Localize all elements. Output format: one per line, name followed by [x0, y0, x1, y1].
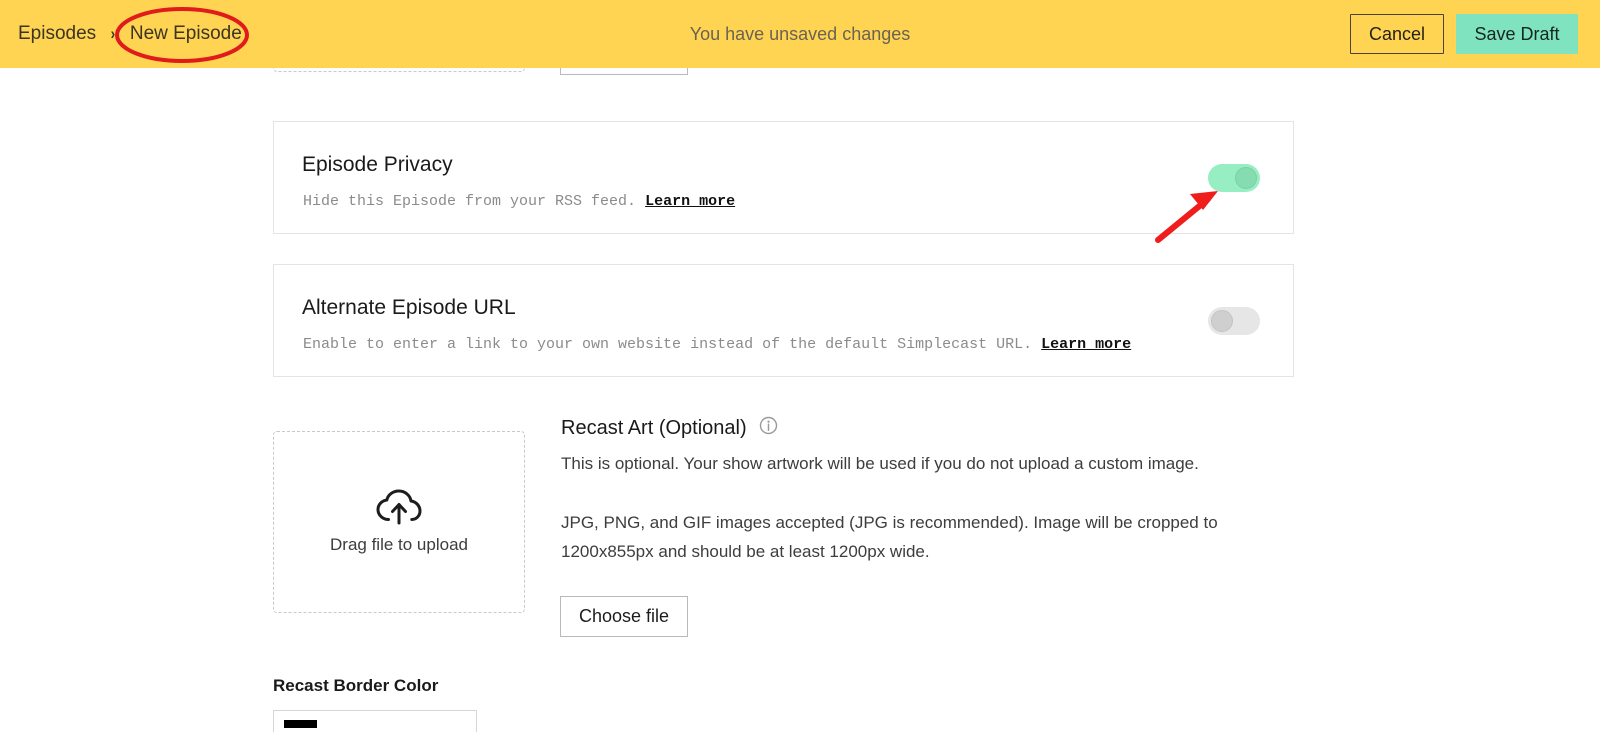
episode-privacy-description: Hide this Episode from your RSS feed. Le… [303, 193, 735, 210]
recast-art-dropzone[interactable]: Drag file to upload [273, 431, 525, 613]
alternate-episode-url-description-text: Enable to enter a link to your own websi… [303, 336, 1033, 353]
recast-art-choose-file-button[interactable]: Choose file [560, 596, 688, 637]
breadcrumb-episodes-link[interactable]: Episodes [18, 23, 96, 45]
episode-privacy-description-text: Hide this Episode from your RSS feed. [303, 193, 637, 210]
recast-art-title: Recast Art (Optional) [561, 416, 747, 439]
recast-art-paragraph-2: JPG, PNG, and GIF images accepted (JPG i… [561, 513, 1218, 561]
episode-privacy-learn-more-link[interactable]: Learn more [645, 193, 735, 210]
toggle-knob [1211, 310, 1233, 332]
episode-privacy-title: Episode Privacy [302, 153, 453, 176]
save-draft-button[interactable]: Save Draft [1456, 14, 1578, 54]
breadcrumb-current-page: New Episode [129, 23, 242, 44]
episode-privacy-toggle[interactable] [1208, 164, 1260, 192]
episode-privacy-card: Episode Privacy Hide this Episode from y… [273, 121, 1294, 234]
recast-art-header: Recast Art (Optional) [561, 416, 778, 440]
info-circle-icon[interactable] [759, 416, 778, 440]
recast-border-color-input[interactable] [273, 710, 477, 732]
chevron-right-icon: › [110, 24, 116, 43]
alternate-episode-url-learn-more-link[interactable]: Learn more [1041, 336, 1131, 353]
recast-border-color-label: Recast Border Color [273, 676, 439, 695]
alternate-episode-url-title: Alternate Episode URL [302, 296, 516, 319]
top-bar: Episodes › New Episode You have unsaved … [0, 0, 1600, 68]
cancel-button[interactable]: Cancel [1350, 14, 1444, 54]
alternate-episode-url-toggle[interactable] [1208, 307, 1260, 335]
recast-art-dropzone-label: Drag file to upload [330, 535, 468, 554]
top-bar-actions: Cancel Save Draft [1350, 0, 1578, 68]
alternate-episode-url-description: Enable to enter a link to your own websi… [303, 336, 1131, 353]
page-root: Choose file Episodes › New Episode You h… [0, 0, 1600, 732]
recast-art-paragraph-1: This is optional. Your show artwork will… [561, 454, 1199, 473]
toggle-knob [1235, 167, 1257, 189]
breadcrumb: Episodes › New Episode [18, 0, 242, 68]
color-swatch [284, 720, 317, 728]
alternate-episode-url-card: Alternate Episode URL Enable to enter a … [273, 264, 1294, 377]
cloud-upload-icon [375, 489, 423, 535]
